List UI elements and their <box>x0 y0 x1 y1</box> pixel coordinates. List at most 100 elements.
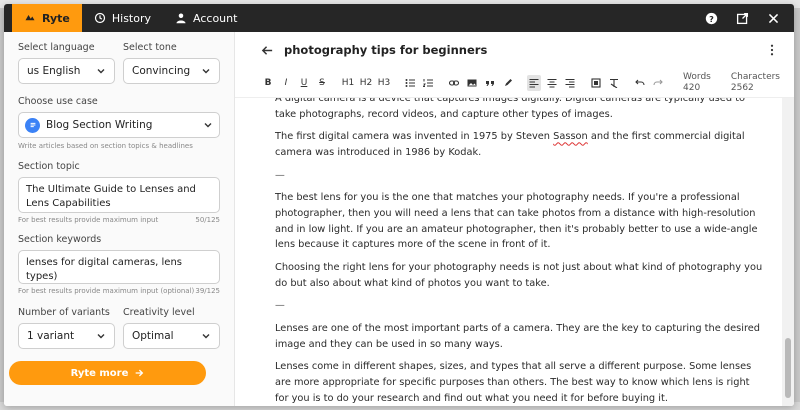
top-bar: Ryte History Account ? <box>4 4 794 32</box>
link-button[interactable] <box>447 75 461 91</box>
characters-label: Characters <box>730 71 780 82</box>
topic-hint: For best results provide maximum input <box>18 216 159 224</box>
characters-count: 2562 <box>730 82 754 93</box>
settings-panel: Select language us English Select tone C… <box>4 32 235 406</box>
editor-panel: photography tips for beginners B I U S H… <box>235 32 794 406</box>
highlight-button[interactable] <box>501 75 515 91</box>
clear-format-icon <box>610 78 618 88</box>
words-count: 420 <box>683 82 701 93</box>
redo-button[interactable] <box>651 75 665 91</box>
keywords-label: Section keywords <box>18 234 102 245</box>
language-value: us English <box>27 65 81 77</box>
chevron-down-icon <box>202 334 210 339</box>
heading2-button[interactable]: H2 <box>359 75 373 91</box>
clear-format-button[interactable] <box>607 75 621 91</box>
align-center-icon <box>547 78 557 88</box>
tab-ryte[interactable]: Ryte <box>12 4 82 32</box>
image-icon <box>467 79 477 86</box>
redo-icon <box>653 79 663 85</box>
align-center-button[interactable] <box>545 75 559 91</box>
align-right-icon <box>565 78 575 88</box>
align-left-button[interactable] <box>527 74 541 91</box>
more-options-icon[interactable] <box>770 44 774 56</box>
document-title: photography tips for beginners <box>284 43 488 57</box>
paragraph: The best lens for you is the one that ma… <box>275 192 758 251</box>
paragraph: A digital camera is a device that captur… <box>275 98 745 120</box>
variants-label: Number of variants <box>18 307 110 318</box>
editor-header: photography tips for beginners <box>235 32 794 68</box>
help-icon[interactable]: ? <box>705 12 718 25</box>
tab-account-label: Account <box>193 11 238 25</box>
embed-button[interactable] <box>589 75 603 91</box>
variants-value: 1 variant <box>27 330 75 342</box>
scrollbar-thumb[interactable] <box>785 338 791 398</box>
embed-icon <box>591 77 601 88</box>
language-label: Select language <box>18 42 95 53</box>
tab-account[interactable]: Account <box>163 4 249 32</box>
formatting-toolbar: B I U S H1 H2 H3 Words 420 Characters 25… <box>235 68 794 98</box>
heading1-button[interactable]: H1 <box>341 75 355 91</box>
undo-icon <box>635 79 645 85</box>
variants-select[interactable]: 1 variant <box>18 323 115 349</box>
ryte-more-button[interactable]: Ryte more <box>9 361 206 385</box>
keywords-hint: For best results provide maximum input (… <box>18 287 195 295</box>
tab-ryte-label: Ryte <box>42 11 70 25</box>
chevron-down-icon <box>97 69 105 74</box>
usecase-label: Choose use case <box>18 96 98 107</box>
chevron-down-icon <box>204 123 212 128</box>
heading3-button[interactable]: H3 <box>377 75 391 91</box>
ryte-more-label: Ryte more <box>70 367 129 379</box>
bold-button[interactable]: B <box>261 75 275 91</box>
usecase-value: Blog Section Writing <box>46 119 153 131</box>
user-icon <box>176 13 186 24</box>
words-label: Words <box>683 71 711 82</box>
undo-button[interactable] <box>633 75 647 91</box>
ryte-logo-icon <box>25 15 35 21</box>
quote-icon <box>486 80 494 86</box>
document-stats: Words 420 Characters 2562 <box>683 72 780 94</box>
editor-content[interactable]: A digital camera is a device that captur… <box>235 98 782 406</box>
tab-history-label: History <box>111 11 152 25</box>
keywords-input[interactable]: lenses for digital cameras, lens types) <box>18 250 220 284</box>
creativity-label: Creativity level <box>123 307 195 318</box>
spellcheck-word[interactable]: Sasson <box>553 131 588 142</box>
paragraph: The first digital camera was invented in… <box>275 131 745 159</box>
pen-icon <box>505 78 512 86</box>
numbered-list-button[interactable] <box>421 75 435 91</box>
link-icon <box>449 79 459 86</box>
bullet-list-button[interactable] <box>403 75 417 91</box>
usecase-hint: Write articles based on section topics &… <box>18 142 193 150</box>
creativity-value: Optimal <box>132 330 174 342</box>
quote-button[interactable] <box>483 75 497 91</box>
arrow-left-icon[interactable] <box>261 44 274 57</box>
tone-label: Select tone <box>123 42 177 53</box>
topic-input[interactable]: The Ultimate Guide to Lenses and Lens Ca… <box>18 177 220 213</box>
topic-char-count: 50/125 <box>195 216 220 224</box>
paragraph: Lenses are one of the most important par… <box>275 323 761 350</box>
tone-value: Convincing <box>132 65 191 77</box>
align-right-button[interactable] <box>563 75 577 91</box>
creativity-select[interactable]: Optimal <box>123 323 220 349</box>
usecase-select[interactable]: Blog Section Writing <box>18 112 220 138</box>
ryte-extension-panel: Ryte History Account ? Select language u… <box>4 4 794 406</box>
paragraph: Lenses come in different shapes, sizes, … <box>275 361 752 404</box>
chevron-down-icon <box>202 69 210 74</box>
section-separator: — <box>275 300 285 312</box>
numbered-list-icon <box>423 78 433 87</box>
bullet-list-icon <box>405 78 415 87</box>
image-button[interactable] <box>465 75 479 91</box>
arrow-right-icon <box>136 369 144 377</box>
svg-text:?: ? <box>709 13 714 23</box>
language-select[interactable]: us English <box>18 58 115 84</box>
underline-button[interactable]: U <box>297 75 311 91</box>
section-separator: — <box>275 169 285 181</box>
close-icon[interactable] <box>767 12 780 25</box>
open-external-icon[interactable] <box>736 12 749 25</box>
italic-button[interactable]: I <box>279 75 293 91</box>
topic-label: Section topic <box>18 161 80 172</box>
tab-history[interactable]: History <box>82 4 163 32</box>
strikethrough-button[interactable]: S <box>315 75 329 91</box>
editor-scrollbar[interactable] <box>782 98 794 406</box>
tone-select[interactable]: Convincing <box>123 58 220 84</box>
keywords-char-count: 39/125 <box>195 287 220 295</box>
